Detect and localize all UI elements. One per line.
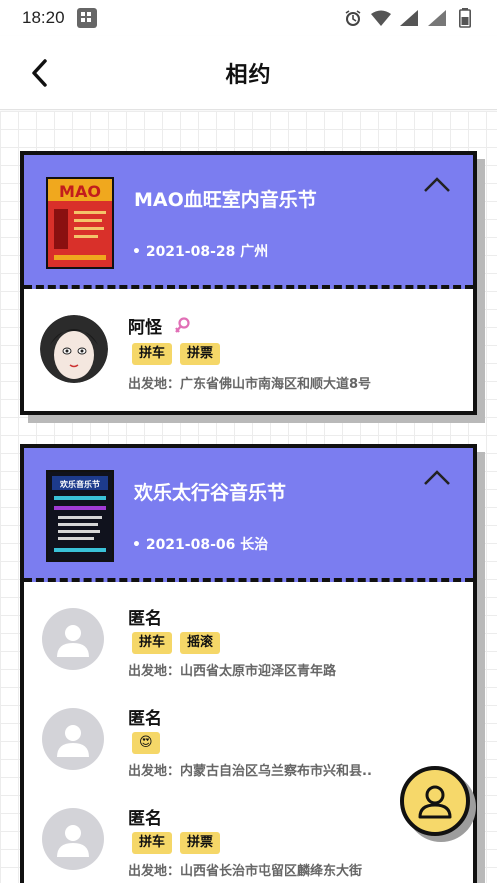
departure-location: 出发地：山西省长治市屯留区麟绛东大街 xyxy=(128,864,363,879)
event-title: 欢乐太行谷音乐节 xyxy=(134,482,287,504)
tag-list: 拼车 摇滚 xyxy=(132,632,221,654)
avatar[interactable] xyxy=(40,315,108,383)
departure-location: 出发地：山西省太原市迎泽区青年路 xyxy=(128,664,337,679)
tag-list: 😍 xyxy=(132,732,160,754)
page-title: 相约 xyxy=(225,62,272,88)
participant-name: 匿名 xyxy=(128,609,162,629)
event-poster[interactable]: MAO xyxy=(46,177,114,269)
signal-icon-2 xyxy=(427,8,447,28)
poster-title-text: MAO xyxy=(59,182,101,201)
departure-location: 出发地：内蒙古自治区乌兰察布市兴和县.. xyxy=(128,764,372,779)
tag: 拼票 xyxy=(180,832,221,854)
event-date-location: • 2021-08-28 广州 xyxy=(132,244,269,260)
tag-emoji: 😍 xyxy=(132,732,160,754)
wifi-icon xyxy=(371,8,391,28)
app-header: 相约 xyxy=(0,36,497,110)
status-icons xyxy=(343,8,475,28)
status-time: 18:20 xyxy=(22,8,65,27)
avatar[interactable] xyxy=(42,708,104,770)
participant-row[interactable]: 匿名 😍 出发地：内蒙古自治区乌兰察布市兴和县.. xyxy=(24,682,473,782)
profile-fab-button[interactable] xyxy=(400,766,470,836)
participant-row[interactable]: 阿怪 拼车 拼票 出发地：广东省佛山市南海区和顺大道8号 xyxy=(24,289,473,411)
participant-name: 匿名 xyxy=(128,809,162,829)
tag: 拼票 xyxy=(180,343,221,365)
back-icon xyxy=(32,59,47,87)
event-card-header[interactable]: 欢乐音乐节 欢乐太行谷音乐节 • 2021-08-06 长治 xyxy=(24,448,473,582)
female-icon xyxy=(174,317,192,335)
signal-icon xyxy=(399,8,419,28)
collapse-toggle[interactable] xyxy=(423,175,451,195)
avatar[interactable] xyxy=(42,608,104,670)
tag-list: 拼车 拼票 xyxy=(132,343,221,365)
user-placeholder-icon xyxy=(57,625,89,657)
avatar[interactable] xyxy=(42,808,104,870)
notification-app-icon xyxy=(76,8,97,28)
user-placeholder-icon xyxy=(57,825,89,857)
user-placeholder-icon xyxy=(57,725,89,757)
tag: 拼车 xyxy=(132,343,173,365)
tag: 拼车 xyxy=(132,632,173,654)
participant-name: 阿怪 xyxy=(128,318,162,338)
user-icon xyxy=(418,785,452,819)
back-button[interactable] xyxy=(22,56,56,90)
chevron-up-icon xyxy=(424,470,450,485)
alarm-icon xyxy=(343,8,363,28)
chevron-up-icon xyxy=(424,177,450,192)
tag: 摇滚 xyxy=(180,632,221,654)
participant-name: 匿名 xyxy=(128,709,162,729)
tag-list: 拼车 拼票 xyxy=(132,832,221,854)
tag: 拼车 xyxy=(132,832,173,854)
poster-title-text: 欢乐音乐节 xyxy=(59,479,100,489)
event-date-location: • 2021-08-06 长治 xyxy=(132,537,269,553)
event-poster[interactable]: 欢乐音乐节 xyxy=(46,470,114,562)
battery-icon xyxy=(455,8,475,28)
departure-location: 出发地：广东省佛山市南海区和顺大道8号 xyxy=(128,377,372,392)
event-title: MAO血旺室内音乐节 xyxy=(134,189,317,211)
event-card: MAO MAO血旺室内音乐节 • 2021-08-28 广州 阿怪 拼车 拼票 … xyxy=(20,151,477,415)
event-card-header[interactable]: MAO MAO血旺室内音乐节 • 2021-08-28 广州 xyxy=(24,155,473,289)
participant-row[interactable]: 匿名 拼车 摇滚 出发地：山西省太原市迎泽区青年路 xyxy=(24,582,473,682)
status-bar: 18:20 xyxy=(0,0,497,36)
collapse-toggle[interactable] xyxy=(423,468,451,488)
